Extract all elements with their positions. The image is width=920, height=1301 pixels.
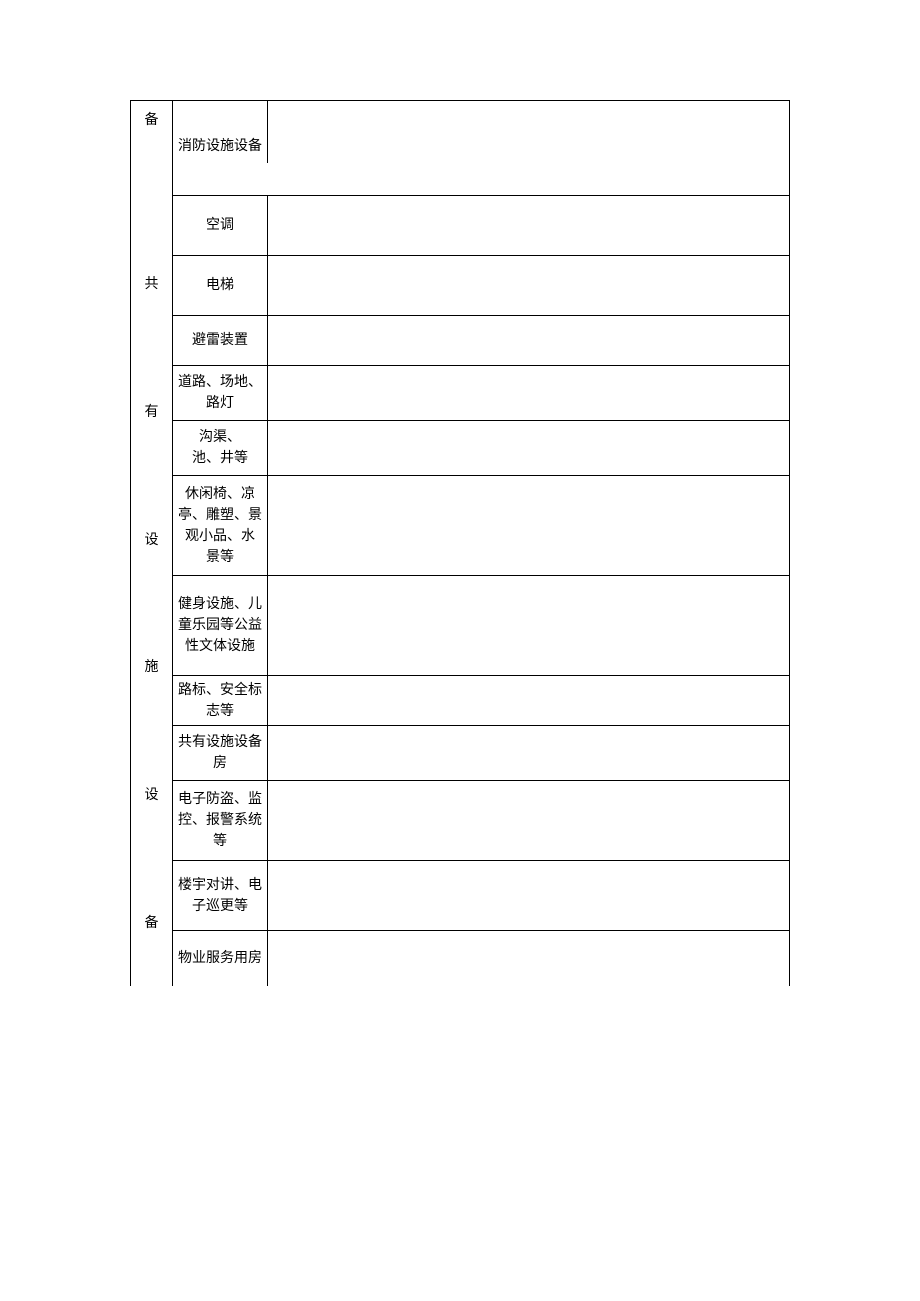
- table-row: 共有设施设备房: [173, 726, 789, 781]
- row-label: 沟渠、 池、井等: [173, 421, 268, 475]
- row-label: 楼宇对讲、电子巡更等: [173, 861, 268, 930]
- row-label: 共有设施设备房: [173, 726, 268, 780]
- row-content: [268, 316, 789, 365]
- row-label: 路标、安全标志等: [173, 676, 268, 725]
- table-row: 健身设施、儿童乐园等公益性文体设施: [173, 576, 789, 676]
- col1-char: 有: [145, 401, 159, 421]
- row-content: [268, 931, 789, 986]
- col1-char: 共: [145, 273, 159, 293]
- table-row: 避雷装置: [173, 316, 789, 366]
- rows-container: 消防设施设备空调电梯避雷装置道路、场地、路灯沟渠、 池、井等休闲椅、凉亭、雕塑、…: [173, 101, 789, 986]
- table-row: 道路、场地、路灯: [173, 366, 789, 421]
- table-row: 空调: [173, 196, 789, 256]
- row-content: [268, 676, 789, 725]
- table-row: 电梯: [173, 256, 789, 316]
- row-label: 休闲椅、凉亭、雕塑、景观小品、水 景等: [173, 476, 268, 575]
- col1-char: 设: [145, 529, 159, 549]
- table-row: 电子防盗、监控、报警系统等: [173, 781, 789, 861]
- col1-top-char: 备: [145, 109, 159, 129]
- row-label: 消防设施设备: [173, 101, 268, 163]
- col1-spread-chars: 共 有 设 施 设 备: [145, 129, 159, 956]
- row-content: [268, 421, 789, 475]
- row-label: 物业服务用房: [173, 931, 268, 986]
- table-row: 路标、安全标志等: [173, 676, 789, 726]
- row-content: [268, 576, 789, 675]
- table-row: 楼宇对讲、电子巡更等: [173, 861, 789, 931]
- row-content: [268, 861, 789, 930]
- col1-char: 备: [145, 912, 159, 932]
- row-content: [268, 781, 789, 860]
- row-label: 健身设施、儿童乐园等公益性文体设施: [173, 576, 268, 675]
- table-row: 休闲椅、凉亭、雕塑、景观小品、水 景等: [173, 476, 789, 576]
- table-row: 沟渠、 池、井等: [173, 421, 789, 476]
- table-row: 物业服务用房: [173, 931, 789, 986]
- table-row: 消防设施设备: [173, 101, 789, 196]
- col1-char: 设: [145, 784, 159, 804]
- col1-char: 施: [145, 656, 159, 676]
- row-content: [268, 726, 789, 780]
- row-content: [268, 256, 789, 315]
- row-label: 避雷装置: [173, 316, 268, 365]
- category-column: 备 共 有 设 施 设 备: [131, 101, 173, 986]
- row-label: 空调: [173, 196, 268, 255]
- row-label: 道路、场地、路灯: [173, 366, 268, 420]
- row-content: [268, 476, 789, 575]
- row-label: 电子防盗、监控、报警系统等: [173, 781, 268, 860]
- row-label: 电梯: [173, 256, 268, 315]
- row-content: [268, 196, 789, 255]
- row-content: [268, 366, 789, 420]
- document-table: 备 共 有 设 施 设 备 消防设施设备空调电梯避雷装置道路、场地、路灯沟渠、 …: [130, 100, 790, 986]
